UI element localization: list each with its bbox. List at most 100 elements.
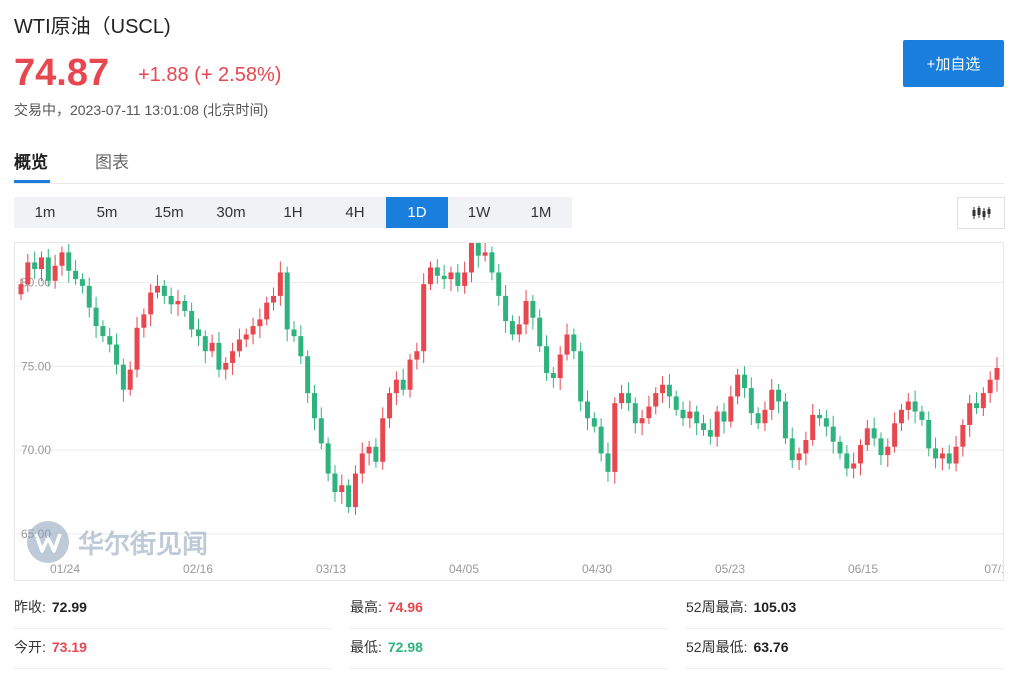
candle-body <box>728 396 734 422</box>
interval-1m[interactable]: 1m <box>14 197 76 228</box>
x-tick-label: 01/24 <box>50 562 80 576</box>
candle-body <box>271 295 277 303</box>
candle-body <box>721 411 727 422</box>
candle-body <box>175 300 181 305</box>
candle-body <box>523 300 529 325</box>
candle-body <box>387 393 393 419</box>
active-tab-indicator <box>14 180 50 183</box>
tab-overview[interactable]: 概览 <box>14 148 48 173</box>
stat-value: 72.98 <box>387 639 423 655</box>
candle-body <box>114 344 120 365</box>
candle-body <box>591 418 597 427</box>
candle-body <box>967 403 973 425</box>
candle-body <box>666 384 672 397</box>
candle-body <box>52 265 58 281</box>
candle-body <box>584 401 590 419</box>
candle-body <box>755 413 761 424</box>
candle-body <box>769 389 775 410</box>
candle-body <box>537 317 543 347</box>
candle-body <box>762 409 768 424</box>
interval-1mo[interactable]: 1M <box>510 197 572 228</box>
candle-body <box>230 351 236 363</box>
candle-body <box>735 374 741 397</box>
interval-1h[interactable]: 1H <box>262 197 324 228</box>
stat-value: 74.96 <box>387 599 423 615</box>
candle-body <box>284 272 290 330</box>
candle-body <box>571 334 577 352</box>
candle-body <box>223 362 229 370</box>
candle-body <box>236 339 242 352</box>
stat-label: 昨收: <box>14 599 46 615</box>
tab-chart[interactable]: 图表 <box>95 148 129 173</box>
candle-body <box>550 373 556 379</box>
x-tick-label: 07/1 <box>984 562 1003 576</box>
candle-body <box>305 356 311 394</box>
interval-4h[interactable]: 4H <box>324 197 386 228</box>
interval-selector: 1m 5m 15m 30m 1H 4H 1D 1W 1M <box>14 197 572 228</box>
interval-1w[interactable]: 1W <box>448 197 510 228</box>
interval-5m[interactable]: 5m <box>76 197 138 228</box>
candle-body <box>277 272 283 296</box>
candle-body <box>380 418 386 462</box>
candle-body <box>73 270 79 280</box>
candle-body <box>830 426 836 442</box>
candle-body <box>168 295 174 305</box>
candle-body <box>127 369 133 390</box>
candle-body <box>86 285 92 308</box>
candle-body <box>878 438 884 456</box>
chart-type-button[interactable] <box>957 197 1005 229</box>
candle-body <box>195 329 201 337</box>
candle-body <box>462 272 468 286</box>
candle-body <box>161 285 167 296</box>
candle-body <box>782 401 788 439</box>
x-tick-label: 05/23 <box>715 562 745 576</box>
candle-body <box>564 334 570 355</box>
candle-body <box>421 284 427 352</box>
candle-body <box>325 443 331 474</box>
candle-body <box>974 403 980 409</box>
interval-30m[interactable]: 30m <box>200 197 262 228</box>
candle-body <box>373 446 379 462</box>
candle-body <box>264 302 270 320</box>
candle-body <box>701 423 707 430</box>
candle-body <box>45 257 51 281</box>
candle-body <box>557 354 563 379</box>
candle-body <box>503 295 509 322</box>
add-to-watchlist-button[interactable]: +加自选 <box>903 40 1004 87</box>
candle-body <box>653 393 659 407</box>
candle-body <box>823 418 829 427</box>
candle-body <box>475 243 481 256</box>
candle-body <box>428 267 434 285</box>
candle-body <box>953 446 959 464</box>
x-tick-label: 02/16 <box>183 562 213 576</box>
candle-body <box>660 384 666 394</box>
candle-body <box>516 324 522 335</box>
stat-label: 最高: <box>350 599 382 615</box>
interval-1d[interactable]: 1D <box>386 197 448 228</box>
candle-body <box>748 388 754 414</box>
candle-body <box>639 418 645 424</box>
candle-body <box>407 359 413 390</box>
candle-body <box>155 285 161 293</box>
candle-body <box>100 326 106 337</box>
watermark-text: 华尔街见闻 <box>78 529 209 560</box>
candle-body <box>93 307 99 327</box>
candle-body <box>530 300 536 318</box>
candle-body <box>366 446 372 454</box>
watermark: 华尔街见闻 <box>26 520 208 564</box>
candle-body <box>796 453 802 461</box>
candle-body <box>919 411 925 420</box>
candle-body <box>346 485 352 508</box>
stat-52w-high: 52周最高: 105.03 <box>686 590 1004 629</box>
candle-body <box>789 438 795 461</box>
candle-body <box>987 379 993 394</box>
candle-body <box>980 393 986 409</box>
candle-body <box>489 252 495 273</box>
candle-body <box>598 426 604 454</box>
candle-body <box>994 367 1000 380</box>
candle-body <box>182 300 188 311</box>
last-price: 74.87 <box>14 52 110 94</box>
interval-15m[interactable]: 15m <box>138 197 200 228</box>
candle-body <box>837 441 843 454</box>
candle-body <box>79 279 85 286</box>
